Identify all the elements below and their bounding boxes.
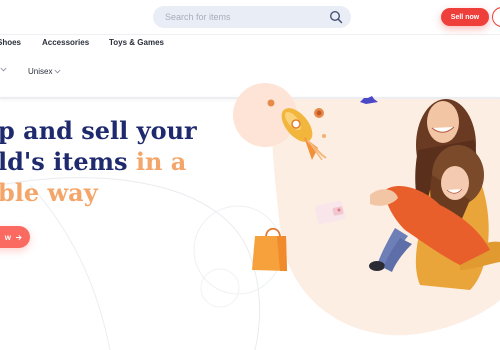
decor-circle-outline (200, 268, 240, 308)
headline-line-3: ble way (0, 178, 98, 207)
headline-line-2-main: ld's items (0, 147, 136, 176)
hero-headline: p and sell your ld's items in a ble way (0, 115, 197, 208)
decor-arc (29, 184, 111, 350)
hero-cta-button[interactable]: w (0, 226, 30, 248)
arrow-right-icon (16, 234, 22, 240)
headline-line-2: ld's items in a (0, 146, 197, 177)
hero-cta-label: w (4, 232, 11, 242)
headline-line-1: p and sell your (0, 116, 197, 145)
headline-line-2-accent: in a (135, 147, 187, 176)
page: Sell now Shoes Accessories Toys & Games … (0, 0, 500, 350)
